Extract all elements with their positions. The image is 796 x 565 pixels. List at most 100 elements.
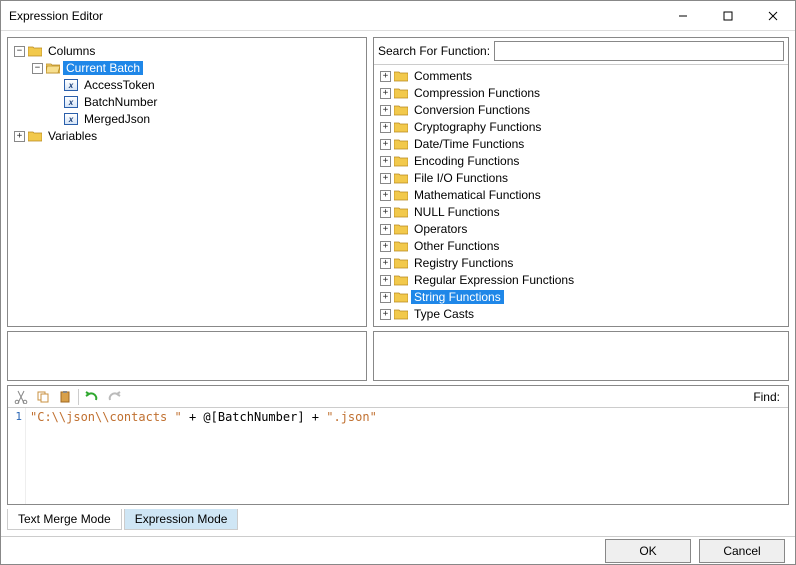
expander[interactable]: +: [380, 156, 391, 167]
tree-node-label[interactable]: File I/O Functions: [411, 171, 511, 185]
paste-button[interactable]: [56, 388, 74, 406]
folder-icon: [394, 257, 408, 269]
search-row: Search For Function:: [374, 38, 788, 65]
tree-node-label[interactable]: Variables: [45, 129, 100, 143]
tree-node-label[interactable]: Current Batch: [63, 61, 143, 75]
tree-node[interactable]: + Type Casts: [374, 306, 788, 322]
tree-node[interactable]: + Conversion Functions: [374, 102, 788, 118]
expander[interactable]: +: [380, 122, 391, 133]
tree-node-label[interactable]: Compression Functions: [411, 86, 543, 100]
search-input[interactable]: [494, 41, 784, 61]
tree-node-label[interactable]: Other Functions: [411, 239, 502, 253]
folder-icon: [394, 172, 408, 184]
tree-node[interactable]: + Other Functions: [374, 238, 788, 254]
left-preview-panel: [7, 331, 367, 381]
folder-icon: [394, 240, 408, 252]
tree-node[interactable]: + Variables: [10, 128, 364, 144]
expander[interactable]: +: [380, 292, 391, 303]
tree-node[interactable]: + String Functions: [374, 289, 788, 305]
cancel-button[interactable]: Cancel: [699, 539, 785, 563]
expander[interactable]: +: [380, 71, 391, 82]
tree-node[interactable]: xBatchNumber: [10, 94, 364, 110]
tree-node-label[interactable]: Mathematical Functions: [411, 188, 544, 202]
line-gutter: 1: [8, 408, 26, 504]
titlebar: Expression Editor: [1, 1, 795, 31]
cut-button[interactable]: [12, 388, 30, 406]
tree-node[interactable]: − Columns: [10, 43, 364, 59]
tree-node-label[interactable]: Columns: [45, 44, 98, 58]
tree-node[interactable]: + Cryptography Functions: [374, 119, 788, 135]
tab-text-merge-mode[interactable]: Text Merge Mode: [7, 509, 122, 530]
folder-icon: [394, 223, 408, 235]
tree-node[interactable]: − Current Batch: [10, 60, 364, 76]
tree-node-label[interactable]: MergedJson: [81, 112, 153, 126]
variable-icon: x: [64, 79, 78, 91]
expander[interactable]: +: [380, 105, 391, 116]
folder-icon: [394, 121, 408, 133]
tree-node[interactable]: + Mathematical Functions: [374, 187, 788, 203]
close-button[interactable]: [750, 1, 795, 30]
expander[interactable]: +: [380, 139, 391, 150]
tree-node-label[interactable]: BatchNumber: [81, 95, 160, 109]
expander[interactable]: +: [380, 88, 391, 99]
tree-node[interactable]: xMergedJson: [10, 111, 364, 127]
expander[interactable]: +: [380, 190, 391, 201]
folder-icon: [394, 308, 408, 320]
folder-icon: [28, 45, 42, 57]
expander[interactable]: −: [14, 46, 25, 57]
tree-node-label[interactable]: AccessToken: [81, 78, 158, 92]
tree-node[interactable]: + File I/O Functions: [374, 170, 788, 186]
tree-node[interactable]: + Registry Functions: [374, 255, 788, 271]
tree-node-label[interactable]: NULL Functions: [411, 205, 503, 219]
footer: OK Cancel: [1, 536, 795, 564]
tab-expression-mode[interactable]: Expression Mode: [124, 509, 239, 530]
tree-node[interactable]: + Comments: [374, 68, 788, 84]
tree-node[interactable]: xAccessToken: [10, 77, 364, 93]
folder-icon: [394, 138, 408, 150]
tree-node-label[interactable]: Comments: [411, 69, 475, 83]
expander[interactable]: +: [380, 173, 391, 184]
tree-node[interactable]: + Operators: [374, 221, 788, 237]
folder-icon: [394, 87, 408, 99]
maximize-button[interactable]: [705, 1, 750, 30]
tree-node-label[interactable]: Encoding Functions: [411, 154, 522, 168]
tree-node-label[interactable]: Cryptography Functions: [411, 120, 544, 134]
functions-tree[interactable]: + Comments+ Compression Functions+ Conve…: [374, 65, 788, 326]
tree-node-label[interactable]: Operators: [411, 222, 470, 236]
tree-node[interactable]: + Date/Time Functions: [374, 136, 788, 152]
tree-node-label[interactable]: Regular Expression Functions: [411, 273, 577, 287]
variable-icon: x: [64, 96, 78, 108]
folder-icon: [394, 70, 408, 82]
code-text[interactable]: "C:\\json\\contacts " + @[BatchNumber] +…: [26, 408, 788, 504]
ok-button[interactable]: OK: [605, 539, 691, 563]
functions-panel: Search For Function: + Comments+ Compres…: [373, 37, 789, 327]
redo-button[interactable]: [105, 388, 123, 406]
tree-node[interactable]: + Encoding Functions: [374, 153, 788, 169]
tree-node-label[interactable]: Registry Functions: [411, 256, 516, 270]
expander[interactable]: +: [14, 131, 25, 142]
copy-button[interactable]: [34, 388, 52, 406]
tree-node-label[interactable]: Type Casts: [411, 307, 477, 321]
columns-tree-panel[interactable]: − Columns− Current BatchxAccessTokenxBat…: [7, 37, 367, 327]
top-row: − Columns− Current BatchxAccessTokenxBat…: [7, 37, 789, 327]
expander[interactable]: +: [380, 241, 391, 252]
expander[interactable]: +: [380, 258, 391, 269]
expander[interactable]: −: [32, 63, 43, 74]
tree-node[interactable]: + NULL Functions: [374, 204, 788, 220]
search-label: Search For Function:: [378, 44, 490, 58]
expander[interactable]: +: [380, 275, 391, 286]
expander[interactable]: +: [380, 224, 391, 235]
minimize-button[interactable]: [660, 1, 705, 30]
expression-editor-window: Expression Editor − Columns− Current Bat…: [0, 0, 796, 565]
expander[interactable]: +: [380, 309, 391, 320]
tree-node-label[interactable]: Date/Time Functions: [411, 137, 527, 151]
expander[interactable]: +: [380, 207, 391, 218]
code-area[interactable]: 1 "C:\\json\\contacts " + @[BatchNumber]…: [8, 408, 788, 504]
tree-node-label[interactable]: Conversion Functions: [411, 103, 533, 117]
tree-node-label[interactable]: String Functions: [411, 290, 504, 304]
tree-node[interactable]: + Compression Functions: [374, 85, 788, 101]
middle-row: [7, 331, 789, 381]
undo-button[interactable]: [83, 388, 101, 406]
tree-node[interactable]: + Regular Expression Functions: [374, 272, 788, 288]
folder-icon: [394, 206, 408, 218]
